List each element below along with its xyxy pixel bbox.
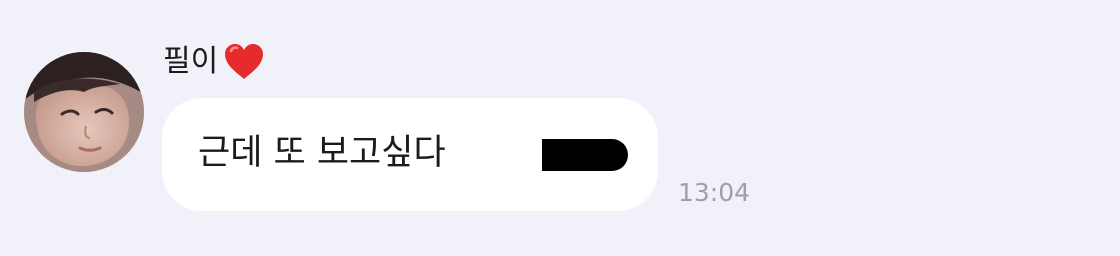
avatar[interactable] <box>24 52 144 172</box>
message-text: 근데 또 보고싶다 <box>198 133 446 173</box>
incoming-message-row: 필이 근데 또 보고싶다 13:04 <box>0 0 1120 256</box>
avatar-photo-icon <box>24 52 144 172</box>
sender-name-row: 필이 <box>163 38 266 86</box>
message-timestamp: 13:04 <box>678 178 751 207</box>
sender-name: 필이 <box>163 44 219 79</box>
message-bubble[interactable]: 근데 또 보고싶다 <box>162 98 658 211</box>
redaction-block <box>542 139 628 171</box>
heart-icon <box>222 40 266 84</box>
